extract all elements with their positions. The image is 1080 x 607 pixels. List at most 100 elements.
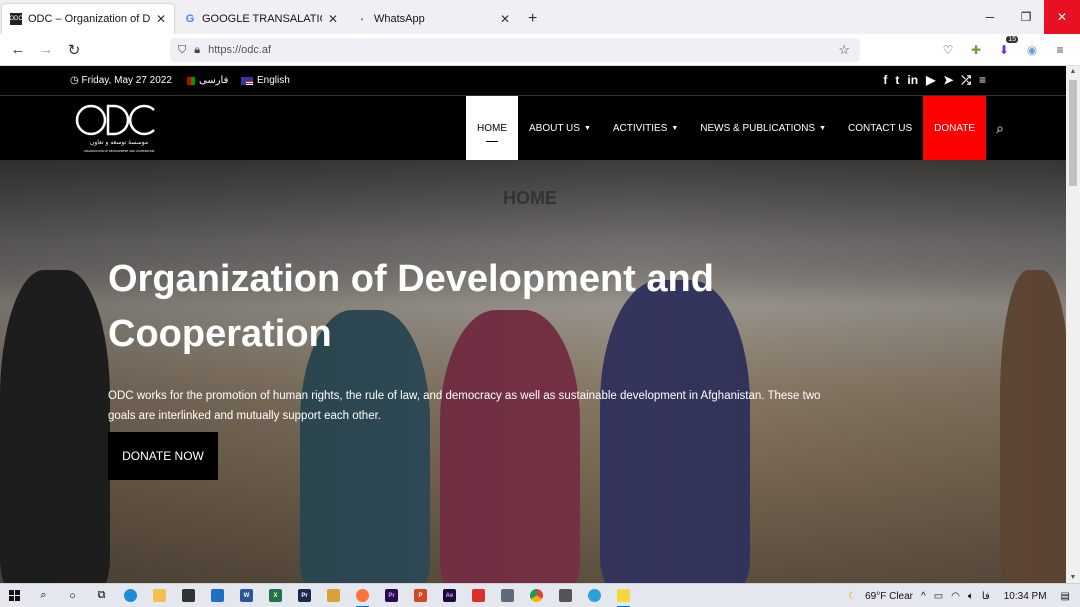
scroll-up-icon[interactable]: ▲ — [1066, 68, 1080, 75]
excel-icon[interactable]: X — [261, 584, 290, 607]
site-topbar: ◷ Friday, May 27 2022 فارسی English f t … — [0, 66, 1066, 96]
caret-down-icon: ▼ — [583, 124, 591, 132]
close-window-icon[interactable]: ✕ — [1044, 0, 1080, 34]
us-flag-icon — [241, 76, 253, 85]
firefox-icon[interactable] — [348, 584, 377, 607]
powerpoint-icon[interactable]: P — [406, 584, 435, 607]
sticky-notes-icon[interactable] — [609, 584, 638, 607]
menu-about-label: ABOUT US — [529, 122, 580, 134]
clock-time[interactable]: 10:34 PM — [1004, 591, 1047, 602]
forward-arrow-icon[interactable]: → — [32, 41, 60, 58]
logo-english-text: ORGANIZATION OF DEVELOPMENT AND COOPERAT… — [84, 149, 155, 153]
shuffle-icon[interactable]: ⤮ — [961, 73, 971, 88]
chrome-icon[interactable] — [522, 584, 551, 607]
edge-icon[interactable] — [116, 584, 145, 607]
paint-icon[interactable] — [319, 584, 348, 607]
tab-google-translate[interactable]: G GOOGLE TRANSALATION - Goo ✕ — [176, 4, 346, 34]
calculator-icon[interactable] — [551, 584, 580, 607]
search-icon[interactable]: ⌕ — [29, 584, 58, 607]
after-effects-icon[interactable]: Ae — [435, 584, 464, 607]
input-language[interactable]: فا — [982, 591, 990, 602]
weather-moon-icon[interactable]: ☾ — [848, 591, 857, 602]
social-links: f t in ▶ ➤ ⤮ ≡ — [883, 73, 986, 88]
tab-strip: ODC ODC – Organization of Develop ✕ G GO… — [0, 0, 1080, 34]
start-icon[interactable] — [0, 584, 29, 607]
hero-overlay — [0, 160, 1066, 583]
premiere-pro-icon[interactable]: Pr — [377, 584, 406, 607]
close-tab-icon[interactable]: ✕ — [500, 12, 510, 26]
site-header: موسسهٔ توسعه و تعاون ORGANIZATION OF DEV… — [0, 96, 1066, 160]
menu-activities[interactable]: ACTIVITIES ▼ — [602, 96, 689, 160]
scrollbar-thumb[interactable] — [1069, 80, 1077, 186]
tab-title: ODC – Organization of Develop — [28, 13, 150, 25]
store-icon[interactable] — [174, 584, 203, 607]
main-menu: HOME ABOUT US ▼ ACTIVITIES ▼ NEWS & PUBLIC… — [466, 96, 1014, 160]
wifi-icon[interactable]: ◠ — [951, 591, 960, 602]
url-bar[interactable]: ⛉ 🔒︎ https://odc.af ☆ — [170, 38, 860, 62]
menu-about-us[interactable]: ABOUT US ▼ — [518, 96, 602, 160]
menu-icon[interactable]: ≡ — [979, 73, 986, 88]
menu-news-publications[interactable]: NEWS & PUBLICATIONS ▼ — [689, 96, 837, 160]
telegram-app-icon[interactable] — [580, 584, 609, 607]
twitter-icon[interactable]: t — [895, 73, 899, 88]
scroll-down-icon[interactable]: ▼ — [1066, 574, 1080, 581]
linkedin-icon[interactable]: in — [907, 73, 918, 88]
tab-whatsapp[interactable]: • WhatsApp ✕ — [348, 4, 518, 34]
donate-now-button[interactable]: DONATE NOW — [108, 432, 218, 480]
menu-donate[interactable]: DONATE — [923, 96, 987, 160]
pdf-icon[interactable] — [464, 584, 493, 607]
weather-text[interactable]: 69°F Clear — [865, 591, 913, 602]
reload-icon[interactable]: ↻ — [60, 41, 88, 59]
close-tab-icon[interactable]: ✕ — [328, 12, 338, 26]
odc-favicon-icon: ODC — [9, 13, 23, 25]
task-view-icon[interactable]: ⧉ — [87, 584, 116, 607]
system-tray: ☾ 69°F Clear ^ ▭ ◠ 🔈︎ فا 10:34 PM ▤ — [844, 584, 1080, 607]
lang-english-link[interactable]: English — [241, 75, 290, 86]
premiere-icon[interactable]: Pr — [290, 584, 319, 607]
youtube-icon[interactable]: ▶ — [926, 73, 935, 88]
account-icon[interactable]: ◉ — [1024, 42, 1040, 58]
logo-farsi-text: موسسهٔ توسعه و تعاون — [90, 139, 148, 146]
tab-title: GOOGLE TRANSALATION - Goo — [202, 13, 322, 25]
odc-logo[interactable]: موسسهٔ توسعه و تعاون ORGANIZATION OF DEV… — [74, 100, 164, 156]
back-arrow-icon[interactable]: ← — [4, 41, 32, 58]
whatsapp-dot-icon: • — [360, 14, 364, 24]
menu-home[interactable]: HOME — [466, 96, 518, 160]
extension-download-icon[interactable]: ⬇ 15 — [996, 36, 1018, 58]
menu-contact-us[interactable]: CONTACT US — [837, 96, 923, 160]
paint3d-icon[interactable] — [493, 584, 522, 607]
notifications-icon[interactable]: ▤ — [1061, 591, 1070, 602]
navigation-toolbar: ← → ↻ ⛉ 🔒︎ https://odc.af ☆ ♡ ✚ ⬇ 15 ◉ ≡ — [0, 34, 1080, 66]
mail-icon[interactable] — [203, 584, 232, 607]
extension-puzzle-icon[interactable]: ✚ — [968, 42, 984, 58]
minimize-icon[interactable]: ─ — [972, 0, 1008, 34]
menu-activities-label: ACTIVITIES — [612, 122, 668, 134]
page-scrollbar[interactable]: ▲ ▼ — [1066, 66, 1080, 583]
tab-odc[interactable]: ODC ODC – Organization of Develop ✕ — [2, 4, 174, 34]
search-icon[interactable]: ⌕ — [986, 96, 1014, 160]
battery-icon[interactable]: ▭ — [934, 591, 943, 602]
cortana-icon[interactable]: ○ — [58, 584, 87, 607]
afghan-flag-icon — [183, 76, 195, 85]
volume-icon[interactable]: 🔈︎ — [968, 591, 974, 602]
lock-icon[interactable]: 🔒︎ — [194, 44, 200, 57]
menu-news-label: NEWS & PUBLICATIONS — [700, 122, 816, 134]
app-menu-icon[interactable]: ≡ — [1052, 42, 1068, 58]
facebook-icon[interactable]: f — [883, 73, 887, 88]
show-hidden-icons-icon[interactable]: ^ — [921, 591, 926, 602]
lang-english-label: English — [257, 75, 290, 86]
new-tab-button[interactable]: + — [518, 4, 547, 34]
restore-icon[interactable]: ❐ — [1008, 0, 1044, 34]
telegram-icon[interactable]: ➤ — [943, 73, 953, 88]
hero-description: ODC works for the promotion of human rig… — [108, 390, 821, 422]
word-icon[interactable]: W — [232, 584, 261, 607]
date-value: Friday, May 27 2022 — [81, 75, 172, 86]
file-explorer-icon[interactable] — [145, 584, 174, 607]
lang-persian-link[interactable]: فارسی — [183, 75, 228, 86]
tracking-shield-icon[interactable]: ⛉ — [178, 44, 186, 57]
close-tab-icon[interactable]: ✕ — [156, 12, 166, 26]
pocket-icon[interactable]: ♡ — [940, 42, 956, 58]
web-page: ◷ Friday, May 27 2022 فارسی English f t … — [0, 66, 1066, 583]
extension-badge: 15 — [1006, 36, 1018, 43]
bookmark-star-icon[interactable]: ☆ — [838, 42, 850, 58]
